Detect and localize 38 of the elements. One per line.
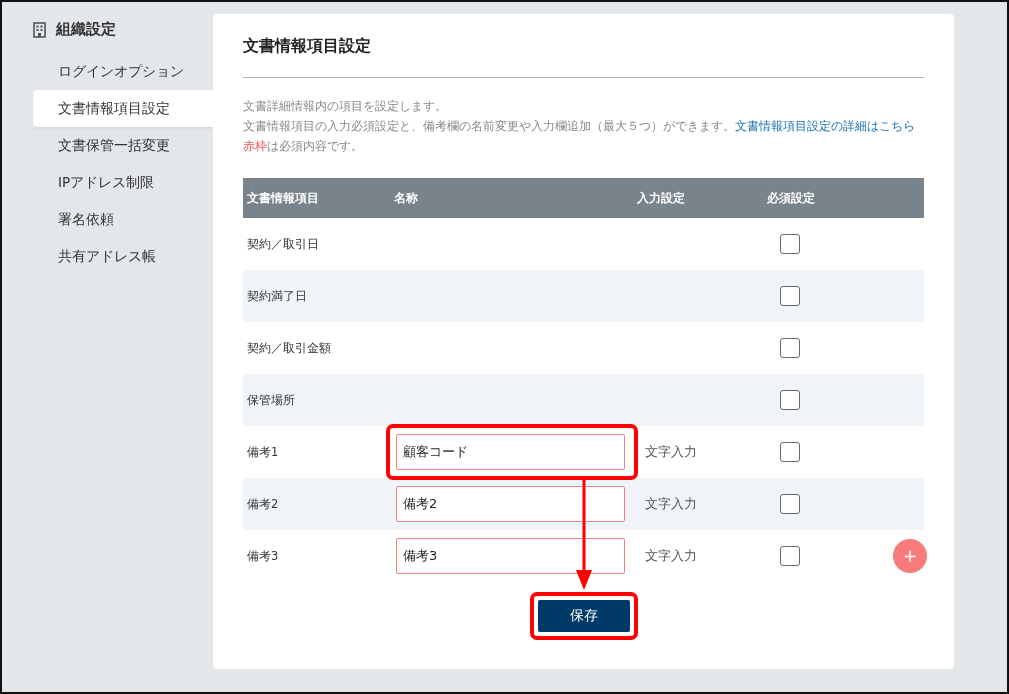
details-link[interactable]: 文書情報項目設定の詳細はこちら (735, 119, 915, 133)
required-checkbox[interactable] (780, 234, 800, 254)
description-text: 文書情報項目の入力必須設定と、備考欄の名前変更や入力欄追加（最大５つ）ができます。文書情報項目設定の詳細はこちら (243, 118, 916, 135)
required-checkbox[interactable] (780, 442, 800, 462)
column-header: 文書情報項目 (246, 190, 320, 206)
item-label: 契約満了日 (246, 288, 308, 304)
column-header: 入力設定 (636, 190, 686, 206)
item-label: 保管場所 (246, 392, 296, 408)
name-input[interactable]: 顧客コード (396, 434, 625, 470)
panel-title: 文書情報項目設定 (243, 36, 924, 78)
description-text: 文書詳細情報内の項目を設定します。 (243, 98, 448, 115)
item-label: 契約／取引金額 (246, 340, 332, 356)
sidebar-title: 組織設定 (56, 20, 116, 39)
required-checkbox[interactable] (780, 286, 800, 306)
sidebar-item[interactable]: ログインオプション (33, 53, 213, 90)
column-header: 名称 (393, 190, 419, 206)
building-icon (33, 21, 46, 38)
sidebar-item[interactable]: 署名依頼 (33, 201, 213, 238)
name-input[interactable]: 備考2 (396, 486, 625, 522)
sidebar-item[interactable]: 共有アドレス帳 (33, 238, 213, 275)
item-label: 備考3 (246, 548, 280, 564)
description-text: 赤枠は必須内容です。 (243, 138, 364, 155)
column-header: 必須設定 (766, 190, 816, 206)
required-checkbox[interactable] (780, 494, 800, 514)
sidebar-item[interactable]: 文書情報項目設定 (33, 90, 213, 127)
item-label: 備考1 (246, 444, 280, 460)
input-type-text: 文字入力 (644, 547, 698, 565)
input-type-text: 文字入力 (644, 495, 698, 513)
required-checkbox[interactable] (780, 390, 800, 410)
save-button[interactable]: 保存 (537, 600, 630, 632)
sidebar-item[interactable]: IPアドレス制限 (33, 164, 213, 201)
required-checkbox[interactable] (780, 338, 800, 358)
required-checkbox[interactable] (780, 546, 800, 566)
name-input[interactable]: 備考3 (396, 538, 625, 574)
item-label: 備考2 (246, 496, 280, 512)
sidebar-item[interactable]: 文書保管一括変更 (33, 127, 213, 164)
input-type-text: 文字入力 (644, 443, 698, 461)
item-label: 契約／取引日 (246, 236, 320, 252)
